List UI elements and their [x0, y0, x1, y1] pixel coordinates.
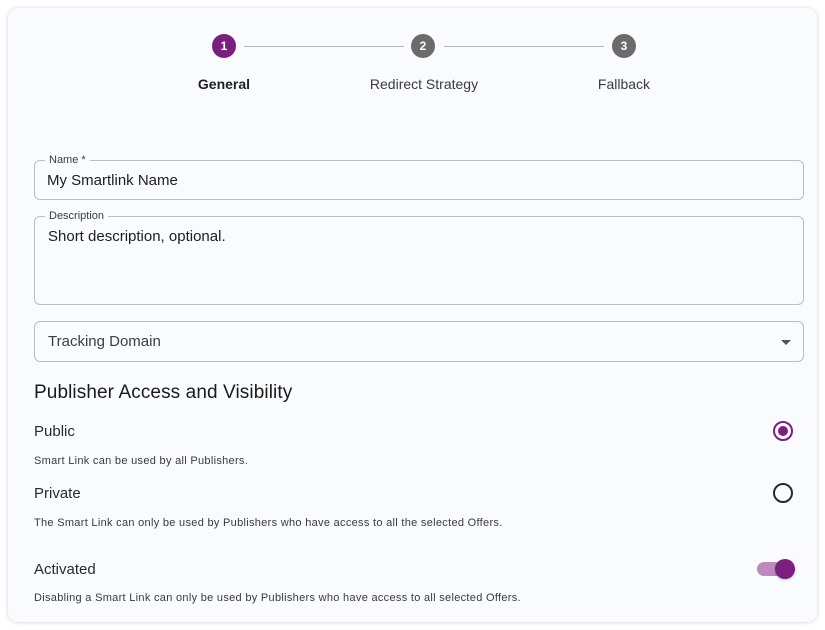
step-2-indicator[interactable]: 2	[411, 34, 435, 58]
radio-selected-dot	[778, 426, 788, 436]
public-radio[interactable]	[773, 421, 793, 441]
step-connector-1	[244, 46, 404, 47]
description-textarea[interactable]: Short description, optional.	[48, 228, 226, 245]
dropdown-arrow-icon[interactable]	[781, 340, 791, 345]
name-field-label: Name *	[45, 153, 90, 167]
name-field[interactable]: Name * My Smartlink Name	[34, 153, 804, 200]
public-option-help: Smart Link can be used by all Publishers…	[34, 455, 249, 467]
name-input[interactable]: My Smartlink Name	[47, 172, 178, 189]
private-option-label[interactable]: Private	[34, 485, 81, 502]
step-connector-2	[444, 46, 604, 47]
step-1-label: General	[197, 76, 251, 92]
publisher-access-title: Publisher Access and Visibility	[34, 382, 293, 403]
description-field-label: Description	[45, 209, 109, 223]
tracking-domain-placeholder: Tracking Domain	[48, 333, 161, 350]
switch-thumb[interactable]	[775, 559, 795, 579]
step-2-label: Redirect Strategy	[369, 76, 479, 92]
private-option-help: The Smart Link can only be used by Publi…	[34, 517, 503, 529]
stepper: 1 2 3 General Redirect Strategy Fallback	[8, 8, 817, 118]
activated-switch[interactable]	[757, 559, 795, 579]
smartlink-form-card: 1 2 3 General Redirect Strategy Fallback…	[8, 8, 817, 622]
public-option-label[interactable]: Public	[34, 423, 75, 440]
description-field[interactable]: Description Short description, optional.	[34, 209, 804, 305]
activated-label: Activated	[34, 561, 96, 578]
private-radio[interactable]	[773, 483, 793, 503]
tracking-domain-select[interactable]: Tracking Domain	[34, 321, 804, 362]
step-3-indicator[interactable]: 3	[612, 34, 636, 58]
activated-help: Disabling a Smart Link can only be used …	[34, 592, 521, 604]
step-1-indicator[interactable]: 1	[212, 34, 236, 58]
step-3-label: Fallback	[597, 76, 651, 92]
